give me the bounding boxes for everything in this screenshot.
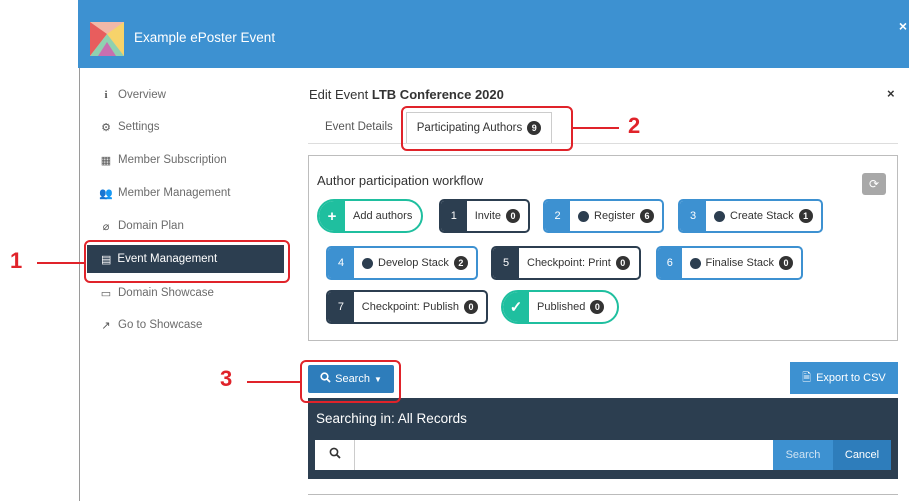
step-label: Create Stack (730, 210, 794, 222)
workflow-title: Author participation workflow (317, 173, 484, 188)
user-icon (578, 210, 590, 222)
sidebar-item-label: Member Subscription (118, 154, 227, 166)
external-link-icon: ↗ (101, 319, 111, 332)
annotation-line-2 (573, 127, 619, 129)
count-badge: 1 (798, 209, 813, 223)
sidebar-item-domain-plan[interactable]: ⌀ Domain Plan (100, 218, 184, 234)
sidebar-item-member-subscription[interactable]: ▦ Member Subscription (100, 152, 227, 168)
step-number: 3 (680, 201, 706, 231)
count-badge: 0 (779, 256, 793, 270)
workflow-step-finalise-stack[interactable]: 6 Finalise Stack 0 (656, 246, 803, 280)
workflow-step-checkpoint-publish[interactable]: 7 Checkpoint: Publish 0 (326, 290, 488, 324)
count-badge: 6 (640, 209, 654, 223)
step-label: Finalise Stack (705, 257, 774, 269)
user-icon (714, 210, 725, 222)
workflow-step-register[interactable]: 2 Register 6 (543, 199, 664, 233)
sidebar-item-label: Settings (118, 121, 160, 133)
workflow-step-add-authors[interactable]: + Add authors (317, 199, 423, 233)
annotation-line-1 (37, 262, 85, 264)
sidebar-item-label: Go to Showcase (118, 319, 203, 331)
sidebar-item-label: Overview (118, 89, 166, 101)
workflow-step-create-stack[interactable]: 3 Create Stack 1 (678, 199, 823, 233)
close-icon[interactable]: × (887, 86, 895, 101)
showcase-icon: ▭ (100, 287, 112, 300)
search-heading: Searching in: All Records (316, 411, 467, 426)
sidebar-item-label: Domain Plan (118, 220, 184, 232)
step-number: 5 (493, 248, 519, 278)
workflow-step-develop-stack[interactable]: 4 Develop Stack 2 (326, 246, 478, 280)
sidebar-item-label: Domain Showcase (118, 287, 214, 299)
tabs-divider (308, 143, 898, 144)
step-label: Checkpoint: Publish (361, 301, 459, 313)
step-label: Checkpoint: Print (527, 257, 611, 269)
paperclip-icon: ⌀ (102, 220, 110, 233)
annotation-box-1 (84, 240, 290, 283)
annotation-box-2 (401, 106, 573, 151)
event-name: LTB Conference 2020 (371, 87, 504, 102)
workflow-step-invite[interactable]: 1 Invite 0 (439, 199, 530, 233)
user-icon (362, 257, 373, 269)
count-badge: 0 (615, 256, 630, 270)
content-divider (308, 494, 898, 495)
plus-icon: + (319, 201, 345, 231)
search-cancel-button[interactable]: Cancel (833, 440, 891, 470)
header-close-icon[interactable]: × (899, 18, 907, 34)
count-badge: 2 (453, 256, 468, 270)
gear-icon: ⚙ (101, 121, 111, 134)
app-title: Example ePoster Event (134, 30, 276, 45)
annotation-line-3 (247, 381, 300, 383)
info-icon: i (104, 89, 108, 101)
step-number: 7 (328, 292, 354, 322)
step-number: 2 (545, 201, 571, 231)
refresh-icon: ⟳ (868, 177, 880, 191)
sidebar-item-settings[interactable]: ⚙ Settings (100, 119, 160, 135)
sidebar-item-go-to-showcase[interactable]: ↗ Go to Showcase (100, 317, 202, 333)
check-icon: ✓ (503, 292, 529, 322)
step-number: 6 (658, 248, 682, 278)
page-title-prefix: Edit Event (309, 87, 369, 102)
count-badge: 0 (464, 300, 478, 314)
sidebar-item-domain-showcase[interactable]: ▭ Domain Showcase (100, 285, 214, 301)
sidebar-item-label: Member Management (118, 187, 231, 199)
sidebar-divider (79, 68, 80, 501)
sidebar-item-member-management[interactable]: 👥 Member Management (99, 185, 231, 201)
file-icon: 🗎 (802, 371, 812, 384)
annotation-box-3 (300, 360, 401, 403)
annotation-number-3: 3 (220, 366, 233, 391)
sidebar-item-overview[interactable]: i Overview (100, 87, 166, 103)
export-label: Export to CSV (816, 372, 886, 384)
step-number: 1 (441, 201, 467, 231)
annotation-number-2: 2 (628, 113, 641, 138)
search-submit-button[interactable]: Search (773, 440, 833, 470)
search-input-addon (315, 440, 355, 470)
step-label: Register (594, 210, 635, 222)
step-label: Published (537, 301, 586, 313)
grid-icon: ▦ (100, 154, 112, 167)
refresh-button[interactable]: ⟳ (862, 173, 886, 195)
count-badge: 0 (506, 209, 520, 223)
annotation-number-1: 1 (10, 248, 23, 273)
export-csv-button[interactable]: 🗎 Export to CSV (790, 362, 898, 394)
search-icon (329, 446, 341, 464)
search-input[interactable] (355, 440, 773, 470)
user-icon (689, 257, 701, 269)
app-logo (90, 22, 124, 56)
count-badge: 0 (590, 300, 605, 314)
workflow-step-published[interactable]: ✓ Published 0 (501, 290, 619, 324)
tab-event-details[interactable]: Event Details (325, 121, 393, 133)
workflow-step-checkpoint-print[interactable]: 5 Checkpoint: Print 0 (491, 246, 641, 280)
step-number: 4 (328, 248, 354, 278)
step-label: Invite (474, 210, 501, 222)
page-title: Edit Event LTB Conference 2020 (309, 87, 504, 102)
step-label: Add authors (353, 210, 413, 222)
users-icon: 👥 (99, 187, 113, 200)
step-label: Develop Stack (378, 257, 449, 269)
